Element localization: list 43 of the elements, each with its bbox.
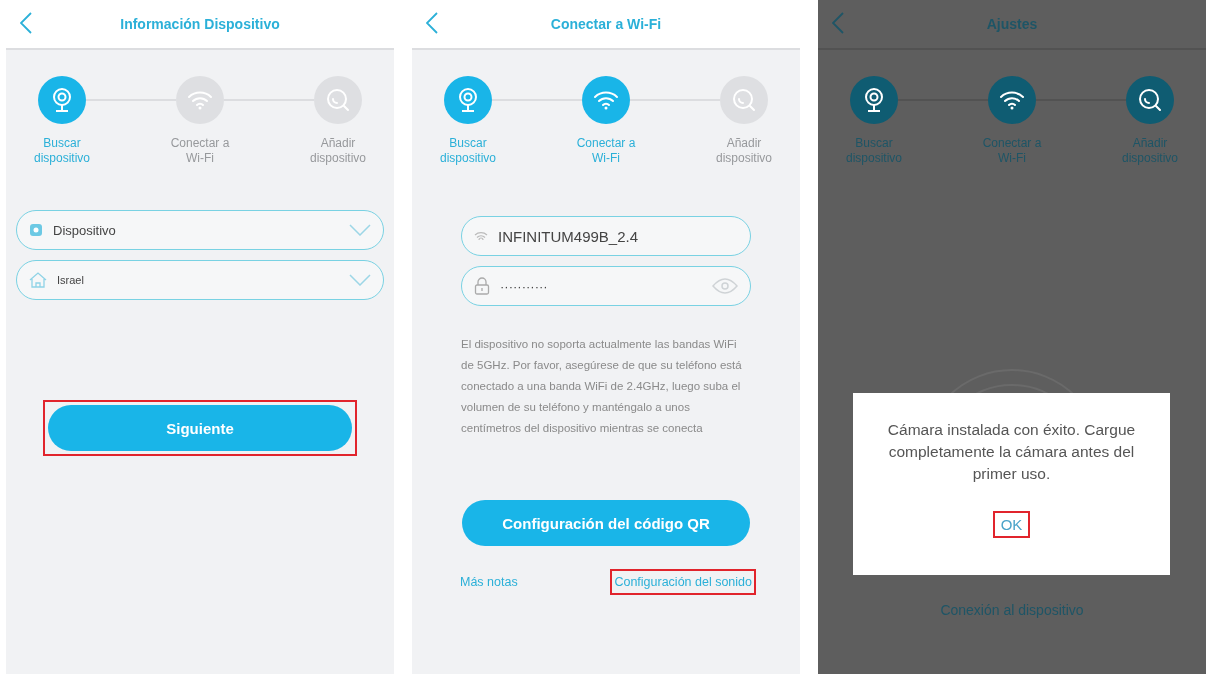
back-icon[interactable] [832,12,844,34]
step-label: Añadir dispositivo [1121,136,1179,166]
step-label: Conectar a Wi-Fi [981,136,1043,166]
screen-title: Información Dispositivo [120,16,280,32]
screen-title: Ajustes [986,16,1038,32]
step-label: Buscar dispositivo [439,136,497,166]
webcam-icon [51,87,73,113]
input-field[interactable]: ··········· [461,266,751,306]
qr-setup-button[interactable]: Configuración del código QR [457,495,755,551]
ok-button[interactable]: OK [992,511,1031,538]
house-icon [29,272,47,288]
dialog-message: Cámara instalada con éxito. Cargue completamente la cámara antes del primer uso. [886,420,1137,484]
step-label: Conectar a Wi-Fi [169,136,231,166]
step-label: Añadir dispositivo [309,136,367,166]
dropdown-field[interactable]: Dispositivo [16,210,384,250]
dropdown-field[interactable]: Israel [16,260,384,300]
back-icon[interactable] [426,12,438,34]
text-link[interactable]: Más notas [456,569,522,595]
wifi-icon [593,90,619,110]
step-label: Buscar dispositivo [845,136,903,166]
step-label: Conectar a Wi-Fi [575,136,637,166]
eye-icon[interactable] [712,278,738,294]
instruction-text: El dispositivo no soporta actualmente las bandas WiFi de 5GHz. Por favor, asegúrese de que su teléfono está conectado a una banda WiFi de 2.4GHz, luego suba el volumen de su teléfono y manténgalo a unos centímetros del dispositivo mientras se conecta [461,337,743,436]
wifi-icon [187,90,213,110]
input-field[interactable]: INFINITUM499B_2.4 [461,216,751,256]
webcam-icon [457,87,479,113]
magnifier-icon [731,87,757,113]
status-text: Conexión al dispositivo [940,602,1084,618]
magnifier-icon [1137,87,1163,113]
screen-title: Conectar a Wi-Fi [550,16,662,32]
wifi-icon [474,230,488,242]
magnifier-icon [325,87,351,113]
step-label: Añadir dispositivo [715,136,773,166]
device-icon [29,223,43,237]
chevron-down-icon [349,274,371,286]
back-icon[interactable] [20,12,32,34]
text-link[interactable]: Configuración del sonido [610,569,756,595]
lock-icon [474,277,490,295]
step-label: Buscar dispositivo [33,136,91,166]
chevron-down-icon [349,224,371,236]
next-button[interactable]: Siguiente [43,400,357,456]
wifi-icon [999,90,1025,110]
webcam-icon [863,87,885,113]
